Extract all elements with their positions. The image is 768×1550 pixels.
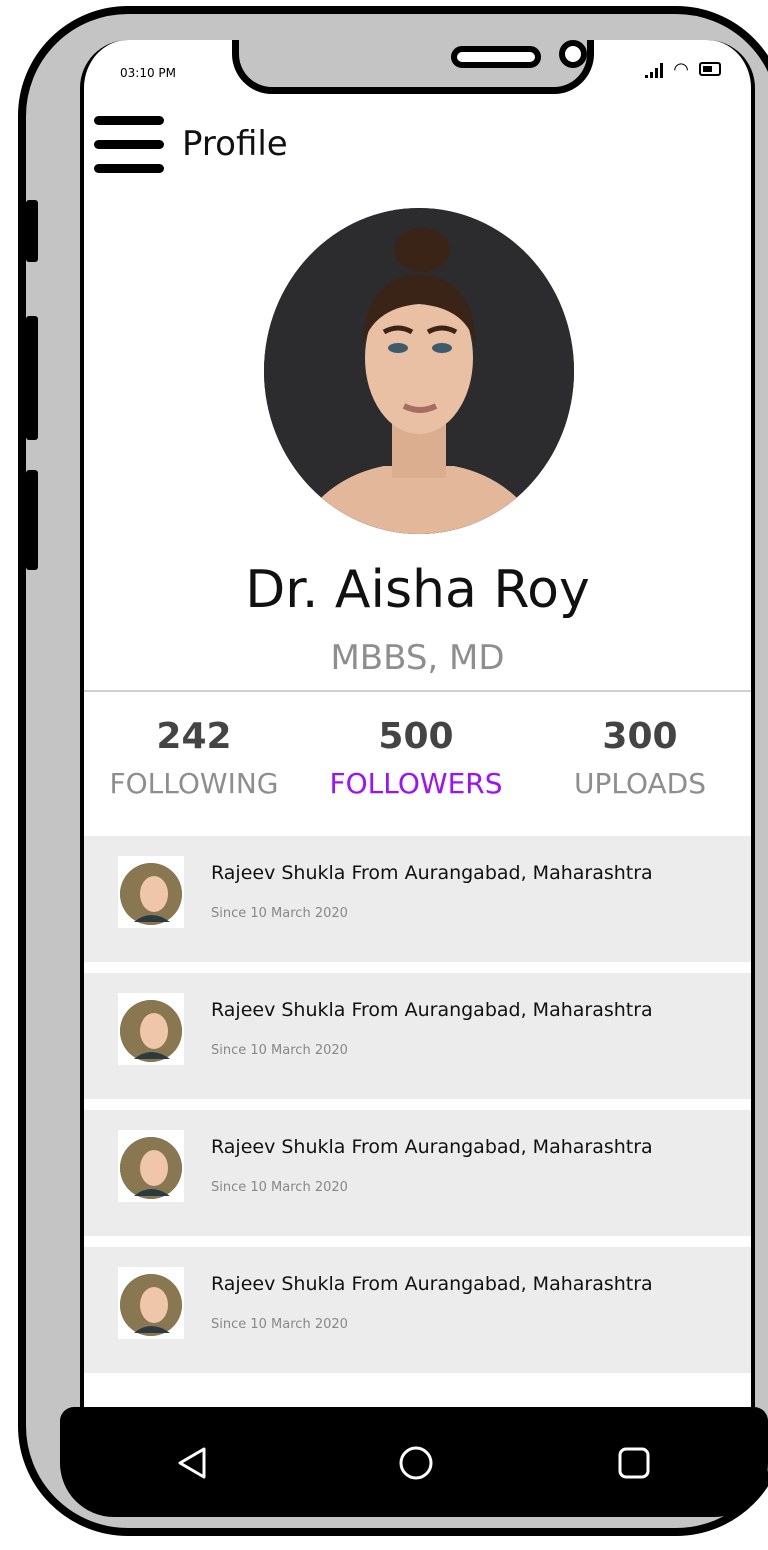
camera-icon [559,40,587,68]
follower-avatar [118,1267,184,1339]
profile-photo-icon [264,208,574,534]
speaker-icon [451,46,541,68]
follower-subtitle: Since 10 March 2020 [211,1317,348,1332]
divider [84,690,751,692]
side-button-top [26,200,38,262]
list-item[interactable]: Rajeev Shukla From Aurangabad, Maharasht… [84,1110,751,1236]
follower-title: Rajeev Shukla From Aurangabad, Maharasht… [211,1136,653,1158]
list-item[interactable]: Rajeev Shukla From Aurangabad, Maharasht… [84,973,751,1099]
status-icons: ◠ [645,59,721,80]
user-photo-icon [120,1274,182,1336]
side-button-middle [26,316,38,440]
follower-title: Rajeev Shukla From Aurangabad, Maharasht… [211,1273,653,1295]
list-item[interactable]: Rajeev Shukla From Aurangabad, Maharasht… [84,1247,751,1373]
user-photo-icon [120,1137,182,1199]
follower-avatar [118,1130,184,1202]
recents-square-icon[interactable] [612,1441,656,1485]
stat-count: 242 [156,716,232,757]
stat-uploads[interactable]: 300 UPLOADS [530,716,750,800]
page-title: Profile [182,124,288,164]
follower-subtitle: Since 10 March 2020 [211,906,348,921]
profile-name: Dr. Aisha Roy [245,560,590,620]
stat-label: UPLOADS [573,767,706,800]
stat-label: FOLLOWING [109,767,279,800]
stat-count: 300 [602,716,678,757]
hamburger-menu-icon[interactable] [92,112,166,176]
follower-title: Rajeev Shukla From Aurangabad, Maharasht… [211,999,653,1021]
navigation-bar [60,1407,768,1517]
user-photo-icon [120,863,182,925]
phone-notch [232,40,594,94]
follower-avatar [118,993,184,1065]
home-circle-icon[interactable] [394,1441,438,1485]
signal-icon [645,62,664,78]
app-header: Profile [92,112,288,176]
list-item[interactable]: Rajeev Shukla From Aurangabad, Maharasht… [84,836,751,962]
follower-avatar [118,856,184,928]
stat-following[interactable]: 242 FOLLOWING [84,716,304,800]
follower-subtitle: Since 10 March 2020 [211,1043,348,1058]
wifi-icon: ◠ [673,59,689,80]
side-button-bottom [26,470,38,570]
user-photo-icon [120,1000,182,1062]
status-time: 03:10 PM [120,66,176,80]
stat-count: 500 [378,716,454,757]
follower-title: Rajeev Shukla From Aurangabad, Maharasht… [211,862,653,884]
phone-screen: 03:10 PM ◠ Profile Dr. Aisha Roy MBBS, M [80,40,755,1420]
stat-followers[interactable]: 500 FOLLOWERS [306,716,526,800]
battery-icon [699,62,721,76]
back-triangle-icon[interactable] [170,1441,214,1485]
profile-degree: MBBS, MD [330,638,505,678]
follower-subtitle: Since 10 March 2020 [211,1180,348,1195]
followers-list: Rajeev Shukla From Aurangabad, Maharasht… [84,836,751,1384]
stat-label: FOLLOWERS [329,767,503,800]
profile-avatar[interactable] [264,208,574,534]
